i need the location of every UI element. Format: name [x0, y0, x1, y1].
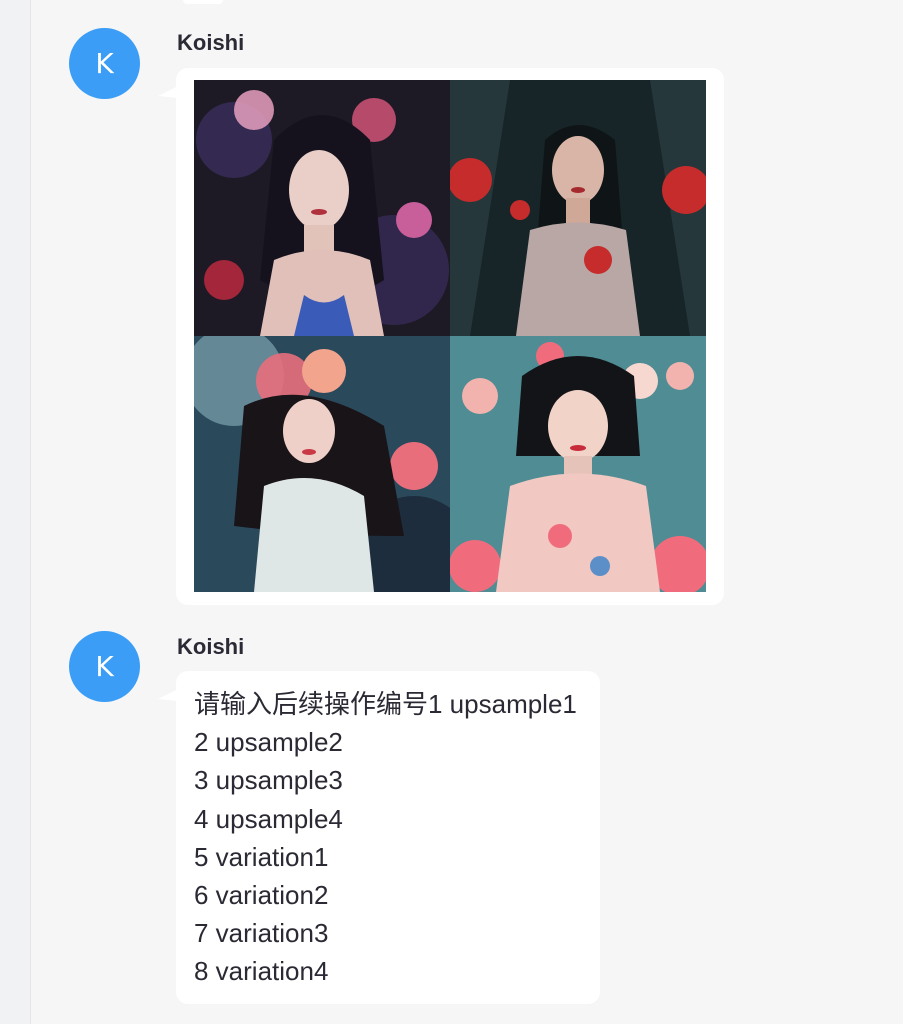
- username[interactable]: Koishi: [177, 634, 244, 660]
- generated-image-grid[interactable]: [194, 80, 706, 592]
- message-line: 8 variation4: [194, 956, 329, 987]
- image-tile-3[interactable]: [194, 336, 450, 592]
- portrait-image-2: [450, 80, 706, 336]
- avatar[interactable]: K: [69, 28, 140, 99]
- portrait-image-1: [194, 80, 450, 336]
- text-bubble: 请输入后续操作编号1 upsample1 2 upsample2 3 upsam…: [176, 671, 600, 1004]
- image-bubble: [176, 68, 724, 605]
- bubble-tail: [158, 689, 178, 701]
- avatar[interactable]: K: [69, 631, 140, 702]
- image-tile-1[interactable]: [194, 80, 450, 336]
- message-line: 6 variation2: [194, 880, 329, 911]
- message-lines: 请输入后续操作编号1 upsample1 2 upsample2 3 upsam…: [194, 685, 577, 991]
- message-line: 3 upsample3: [194, 765, 343, 796]
- portrait-image-3: [194, 336, 450, 592]
- avatar-letter: K: [95, 650, 114, 683]
- portrait-image-4: [450, 336, 706, 592]
- username[interactable]: Koishi: [177, 30, 244, 56]
- message-line: 2 upsample2: [194, 727, 343, 758]
- previous-message-fragment: [183, 0, 223, 4]
- image-tile-2[interactable]: [450, 80, 706, 336]
- image-tile-4[interactable]: [450, 336, 706, 592]
- bubble-tail: [158, 86, 178, 98]
- avatar-letter: K: [95, 47, 114, 80]
- message-line: 请输入后续操作编号1 upsample1: [194, 689, 577, 719]
- sidebar-edge: [0, 0, 31, 1024]
- message-line: 4 upsample4: [194, 803, 343, 834]
- message-line: 7 variation3: [194, 918, 329, 949]
- message-line: 5 variation1: [194, 841, 329, 872]
